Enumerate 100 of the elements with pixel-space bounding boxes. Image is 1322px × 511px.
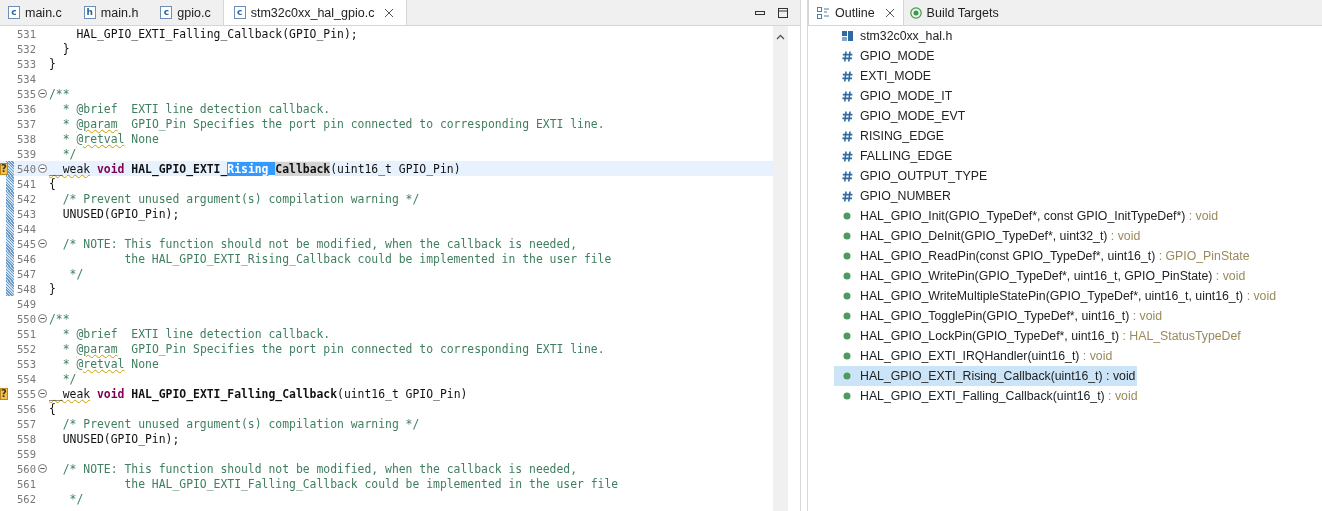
code-line: the HAL_GPIO_EXTI_Rising_Callback could be implemented in the user file [123, 251, 612, 266]
collapse-icon[interactable] [38, 464, 47, 473]
close-icon[interactable] [384, 7, 395, 18]
hash-icon [841, 170, 853, 182]
collapse-icon[interactable] [38, 164, 47, 173]
outline-item[interactable]: EXTI_MODE [834, 66, 934, 86]
hash-icon [841, 70, 853, 82]
outline-item[interactable]: stm32c0xx_hal.h [834, 26, 955, 46]
line-number: 543 [16, 207, 36, 220]
code-line: /** [49, 86, 70, 101]
close-icon[interactable] [884, 7, 895, 18]
outline-item[interactable]: HAL_GPIO_LockPin(GPIO_TypeDef*, uint16_t) : HAL_StatusTypeDef [834, 326, 1243, 346]
code-line: /** [49, 311, 70, 326]
scrollbar[interactable] [773, 26, 788, 511]
line-number: 535 [16, 87, 36, 100]
line-number: 537 [16, 117, 36, 130]
scroll-up-icon[interactable] [776, 34, 785, 40]
outline-item[interactable]: GPIO_MODE_IT [834, 86, 955, 106]
outline-item[interactable]: HAL_GPIO_EXTI_Rising_Callback(uint16_t) : void [834, 366, 1138, 386]
line-number: 536 [16, 102, 36, 115]
code-line: __weak void HAL_GPIO_EXTI_Falling_Callback(uint16_t GPIO_Pin) [49, 386, 468, 401]
collapse-icon[interactable] [38, 314, 47, 323]
function-icon [843, 352, 851, 360]
function-icon [843, 292, 851, 300]
function-icon [843, 232, 851, 240]
outline-item[interactable]: RISING_EDGE [834, 126, 947, 146]
file-icon: h [83, 6, 96, 19]
hash-icon [841, 130, 853, 142]
outline-item[interactable]: GPIO_NUMBER [834, 186, 953, 206]
function-icon [843, 212, 851, 220]
code-line: } [61, 41, 70, 56]
outline-item[interactable]: HAL_GPIO_WriteMultipleStatePin(GPIO_TypeDef*, uint16_t, uint16_t) : void [834, 286, 1279, 306]
code-line: */ [61, 371, 77, 386]
collapse-icon[interactable] [38, 89, 47, 98]
outline-item[interactable]: GPIO_OUTPUT_TYPE [834, 166, 990, 186]
line-number: 554 [16, 372, 36, 385]
outline-icon [817, 6, 830, 19]
file-icon: c [8, 6, 20, 19]
line-number: 550 [16, 312, 36, 325]
line-number: 539 [16, 147, 36, 160]
outline-item[interactable]: HAL_GPIO_TogglePin(GPIO_TypeDef*, uint16_t) : void [834, 306, 1165, 326]
code-line: * @retval None [61, 356, 159, 371]
outline-item[interactable]: HAL_GPIO_ReadPin(const GPIO_TypeDef*, uint16_t) : GPIO_PinState [834, 246, 1252, 266]
collapse-icon[interactable] [38, 239, 47, 248]
line-number: 559 [16, 447, 36, 460]
code-line: * @retval None [61, 131, 159, 146]
view-tab[interactable]: Outline [808, 0, 904, 25]
code-line: UNUSED(GPIO_Pin); [61, 431, 180, 446]
line-number: 547 [16, 267, 36, 280]
warning-icon: ? [0, 387, 8, 400]
line-number: 555 [16, 387, 36, 400]
line-number: 538 [16, 132, 36, 145]
code-line: * @brief EXTI line detection callback. [61, 326, 331, 341]
code-line: * @param GPIO_Pin Specifies the port pin connected to corresponding EXTI line. [61, 116, 605, 131]
outline-item[interactable]: GPIO_MODE [834, 46, 937, 66]
line-number: 532 [16, 42, 36, 55]
hash-icon [841, 90, 853, 102]
code-line: * @param GPIO_Pin Specifies the port pin connected to corresponding EXTI line. [61, 341, 605, 356]
collapse-icon[interactable] [38, 389, 47, 398]
code-line: /* Prevent unused argument(s) compilation warning */ [61, 191, 420, 206]
code-line: /* Prevent unused argument(s) compilation warning */ [61, 416, 420, 431]
line-number: 544 [16, 222, 36, 235]
line-number: 546 [16, 252, 36, 265]
code-line: HAL_GPIO_EXTI_Falling_Callback(GPIO_Pin); [75, 26, 358, 41]
code-line: __weak void HAL_GPIO_EXTI_Rising_Callback(uint16_t GPIO_Pin) [49, 161, 461, 176]
target-icon [909, 6, 922, 19]
code-line: */ [68, 491, 84, 506]
outline-item[interactable]: HAL_GPIO_DeInit(GPIO_TypeDef*, uint32_t) : void [834, 226, 1143, 246]
line-number: 560 [16, 462, 36, 475]
code-line: } [49, 56, 56, 71]
outline-item[interactable]: FALLING_EDGE [834, 146, 955, 166]
code-line: */ [61, 146, 77, 161]
file-tab[interactable]: c stm32c0xx_hal_gpio.c [222, 0, 408, 25]
line-number: 557 [16, 417, 36, 430]
function-icon [843, 332, 851, 340]
code-line: /* NOTE: This function should not be modified, when the callback is needed, [61, 236, 578, 251]
line-number: 545 [16, 237, 36, 250]
outline-item[interactable]: HAL_GPIO_Init(GPIO_TypeDef*, const GPIO_InitTypeDef*) : void [834, 206, 1221, 226]
warning-icon: ? [0, 162, 8, 175]
line-number: 541 [16, 177, 36, 190]
outline-item[interactable]: HAL_GPIO_WritePin(GPIO_TypeDef*, uint16_t, GPIO_PinState) : void [834, 266, 1248, 286]
outline-item[interactable]: GPIO_MODE_EVT [834, 106, 968, 126]
code-line: { [49, 176, 56, 191]
line-number: 548 [16, 282, 36, 295]
function-icon [843, 372, 851, 380]
function-icon [843, 392, 851, 400]
function-icon [843, 272, 851, 280]
code-line: { [49, 401, 56, 416]
maximize-icon[interactable] [777, 6, 789, 19]
line-number: 551 [16, 327, 36, 340]
line-number: 552 [16, 342, 36, 355]
line-number: 556 [16, 402, 36, 415]
outline-item[interactable]: HAL_GPIO_EXTI_IRQHandler(uint16_t) : void [834, 346, 1115, 366]
outline-item[interactable]: HAL_GPIO_EXTI_Falling_Callback(uint16_t) : void [834, 386, 1140, 406]
line-number: 558 [16, 432, 36, 445]
hash-icon [841, 50, 853, 62]
hash-icon [841, 110, 853, 122]
line-number: 561 [16, 477, 36, 490]
line-number: 540 [16, 162, 36, 175]
line-number: 562 [16, 492, 36, 505]
